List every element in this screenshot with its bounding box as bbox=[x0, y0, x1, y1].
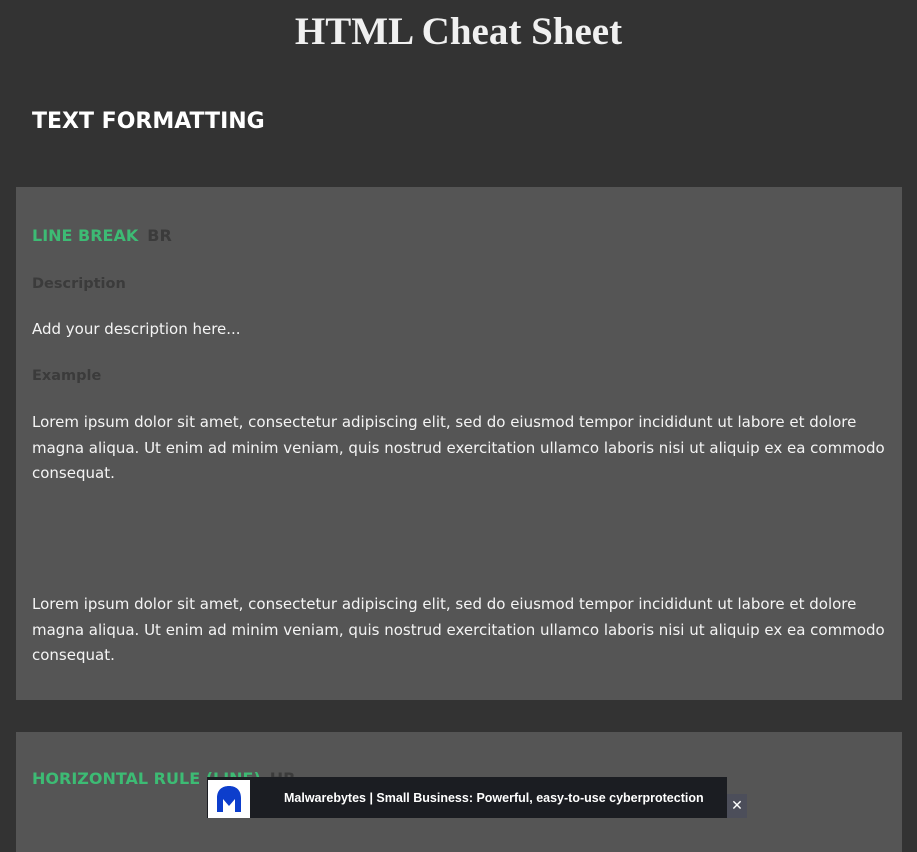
section-heading: TEXT FORMATTING bbox=[32, 109, 265, 134]
description-text: Add your description here... bbox=[32, 320, 241, 338]
description-label: Description bbox=[32, 276, 126, 292]
example-paragraph: Lorem ipsum dolor sit amet, consectetur … bbox=[32, 595, 885, 664]
line-break-card: LINE BREAK BR Description Add your descri… bbox=[16, 187, 902, 700]
close-icon[interactable]: ✕ bbox=[727, 794, 747, 818]
example-paragraph: Lorem ipsum dolor sit amet, consectetur … bbox=[32, 413, 885, 482]
card-title: LINE BREAK BR bbox=[32, 225, 172, 247]
card-title-name: LINE BREAK bbox=[32, 226, 139, 245]
card-title-tag: BR bbox=[147, 226, 172, 245]
ad-banner[interactable]: Malwarebytes | Small Business: Powerful,… bbox=[207, 777, 727, 818]
page-title: HTML Cheat Sheet bbox=[294, 10, 623, 53]
malwarebytes-logo-icon bbox=[208, 780, 250, 818]
ad-text[interactable]: Malwarebytes | Small Business: Powerful,… bbox=[284, 790, 704, 806]
example-label: Example bbox=[32, 368, 102, 384]
